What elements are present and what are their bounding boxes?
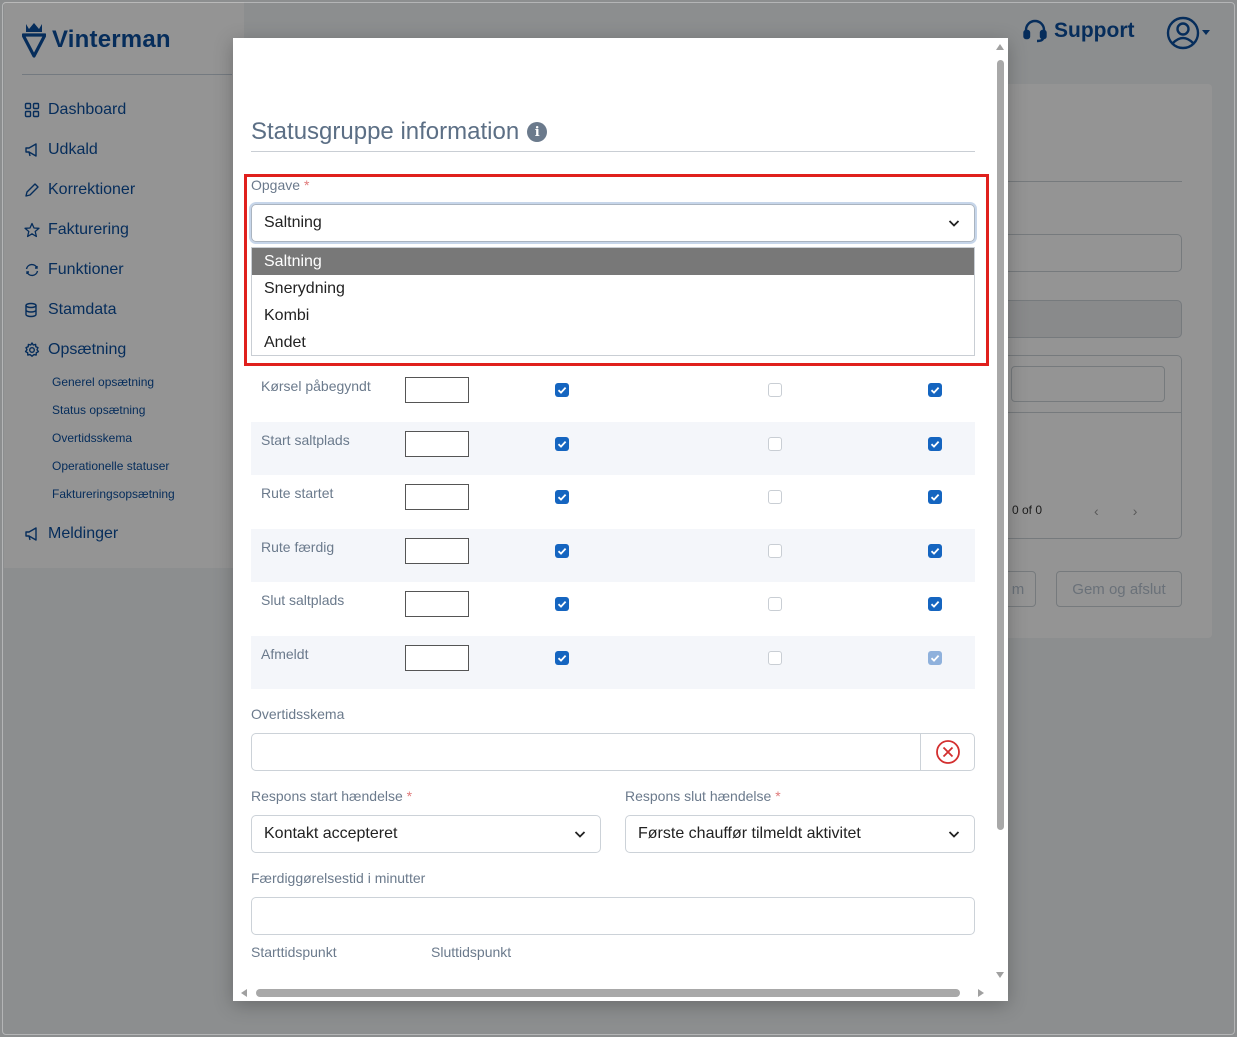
respons-slut-value: Første chauffør tilmeldt aktivitet xyxy=(638,825,861,842)
status-name: Kørsel påbegyndt xyxy=(261,378,371,394)
status-row: Rute startet xyxy=(251,475,975,528)
status-name: Start saltplads xyxy=(261,432,350,448)
required-mark: * xyxy=(406,788,413,804)
status-order-input[interactable] xyxy=(405,377,469,403)
check-icon xyxy=(930,386,940,394)
status-checkbox-1[interactable] xyxy=(555,383,569,397)
status-order-input[interactable] xyxy=(405,484,469,510)
respons-start-label: Respons start hændelse * xyxy=(251,788,412,804)
check-icon xyxy=(557,547,567,555)
opgave-select[interactable]: Saltning xyxy=(251,204,975,242)
close-circle-icon xyxy=(935,740,960,764)
status-checkbox-1[interactable] xyxy=(555,437,569,451)
info-icon[interactable]: i xyxy=(527,122,548,142)
opgave-label: Opgave * xyxy=(251,177,309,193)
required-mark: * xyxy=(775,788,781,804)
check-icon xyxy=(930,547,940,555)
status-checkbox-3[interactable] xyxy=(928,490,942,504)
vertical-scroll-thumb[interactable] xyxy=(997,60,1004,830)
status-checkbox-3[interactable] xyxy=(928,383,942,397)
status-row: Afmeldt xyxy=(251,636,975,689)
status-checkbox-2[interactable] xyxy=(768,597,782,611)
check-icon xyxy=(930,493,940,501)
check-icon xyxy=(557,600,567,608)
status-checkbox-3[interactable] xyxy=(928,651,942,665)
respons-slut-label: Respons slut hændelse * xyxy=(625,788,781,804)
check-icon xyxy=(557,493,567,501)
check-icon xyxy=(930,600,940,608)
status-checkbox-2[interactable] xyxy=(768,490,782,504)
status-checkbox-2[interactable] xyxy=(768,651,782,665)
respons-slut-select[interactable]: Første chauffør tilmeldt aktivitet xyxy=(625,815,975,853)
statusgruppe-modal: Statusgruppe information i Opgave * Salt… xyxy=(233,38,1008,1001)
status-name: Afmeldt xyxy=(261,646,309,662)
respons-start-select[interactable]: Kontakt accepteret xyxy=(251,815,601,853)
check-icon xyxy=(930,440,940,448)
status-checkbox-1[interactable] xyxy=(555,651,569,665)
opgave-dropdown-list: Saltning Snerydning Kombi Andet xyxy=(251,247,975,356)
respons-slut-label-text: Respons slut hændelse xyxy=(625,788,772,804)
check-icon xyxy=(557,386,567,394)
faerdiggoerelsestid-label: Færdiggørelsestid i minutter xyxy=(251,870,426,886)
status-order-input[interactable] xyxy=(405,538,469,564)
scroll-down-arrow-icon[interactable] xyxy=(996,972,1004,978)
status-row: Start saltplads xyxy=(251,422,975,475)
check-icon xyxy=(557,654,567,662)
chevron-down-icon xyxy=(948,220,960,227)
status-checkbox-1[interactable] xyxy=(555,597,569,611)
status-row: Rute færdig xyxy=(251,529,975,582)
status-order-input[interactable] xyxy=(405,591,469,617)
overtidsskema-label: Overtidsskema xyxy=(251,706,345,722)
status-order-input[interactable] xyxy=(405,645,469,671)
respons-start-label-text: Respons start hændelse xyxy=(251,788,403,804)
status-checkbox-1[interactable] xyxy=(555,544,569,558)
opgave-option-andet[interactable]: Andet xyxy=(252,329,974,356)
status-checkbox-3[interactable] xyxy=(928,437,942,451)
overtidsskema-clear-button[interactable] xyxy=(920,733,975,771)
check-icon xyxy=(557,440,567,448)
scroll-left-arrow-icon[interactable] xyxy=(241,989,247,997)
modal-title-text: Statusgruppe information xyxy=(251,118,520,145)
status-checkbox-3[interactable] xyxy=(928,597,942,611)
status-name: Slut saltplads xyxy=(261,592,345,608)
status-checkbox-2[interactable] xyxy=(768,383,782,397)
status-name: Rute startet xyxy=(261,485,334,501)
check-icon xyxy=(930,654,940,662)
opgave-option-saltning[interactable]: Saltning xyxy=(252,248,974,275)
status-checkbox-1[interactable] xyxy=(555,490,569,504)
respons-start-value: Kontakt accepteret xyxy=(264,825,398,842)
scroll-up-arrow-icon[interactable] xyxy=(996,44,1004,50)
status-row: Kørsel påbegyndt xyxy=(251,368,975,421)
status-checkbox-2[interactable] xyxy=(768,544,782,558)
overtidsskema-input[interactable] xyxy=(251,733,921,771)
status-name: Rute færdig xyxy=(261,539,335,555)
opgave-label-text: Opgave xyxy=(251,177,301,193)
faerdiggoerelsestid-input[interactable] xyxy=(251,897,975,935)
horizontal-scrollbar[interactable] xyxy=(233,985,993,1001)
status-order-input[interactable] xyxy=(405,431,469,457)
modal-title: Statusgruppe information i xyxy=(251,118,548,146)
opgave-option-snerydning[interactable]: Snerydning xyxy=(252,275,974,302)
vertical-scrollbar[interactable] xyxy=(993,38,1008,983)
opgave-select-value: Saltning xyxy=(264,214,322,231)
required-mark: * xyxy=(303,177,310,193)
sluttidspunkt-label: Sluttidspunkt xyxy=(431,944,512,960)
status-checkbox-3[interactable] xyxy=(928,544,942,558)
chevron-down-icon xyxy=(948,831,960,838)
title-divider xyxy=(251,151,975,152)
horizontal-scroll-thumb[interactable] xyxy=(256,989,960,997)
chevron-down-icon xyxy=(574,831,586,838)
starttidspunkt-label: Starttidspunkt xyxy=(251,944,337,960)
status-row: Slut saltplads xyxy=(251,582,975,635)
opgave-option-kombi[interactable]: Kombi xyxy=(252,302,974,329)
status-checkbox-2[interactable] xyxy=(768,437,782,451)
scroll-right-arrow-icon[interactable] xyxy=(978,989,984,997)
